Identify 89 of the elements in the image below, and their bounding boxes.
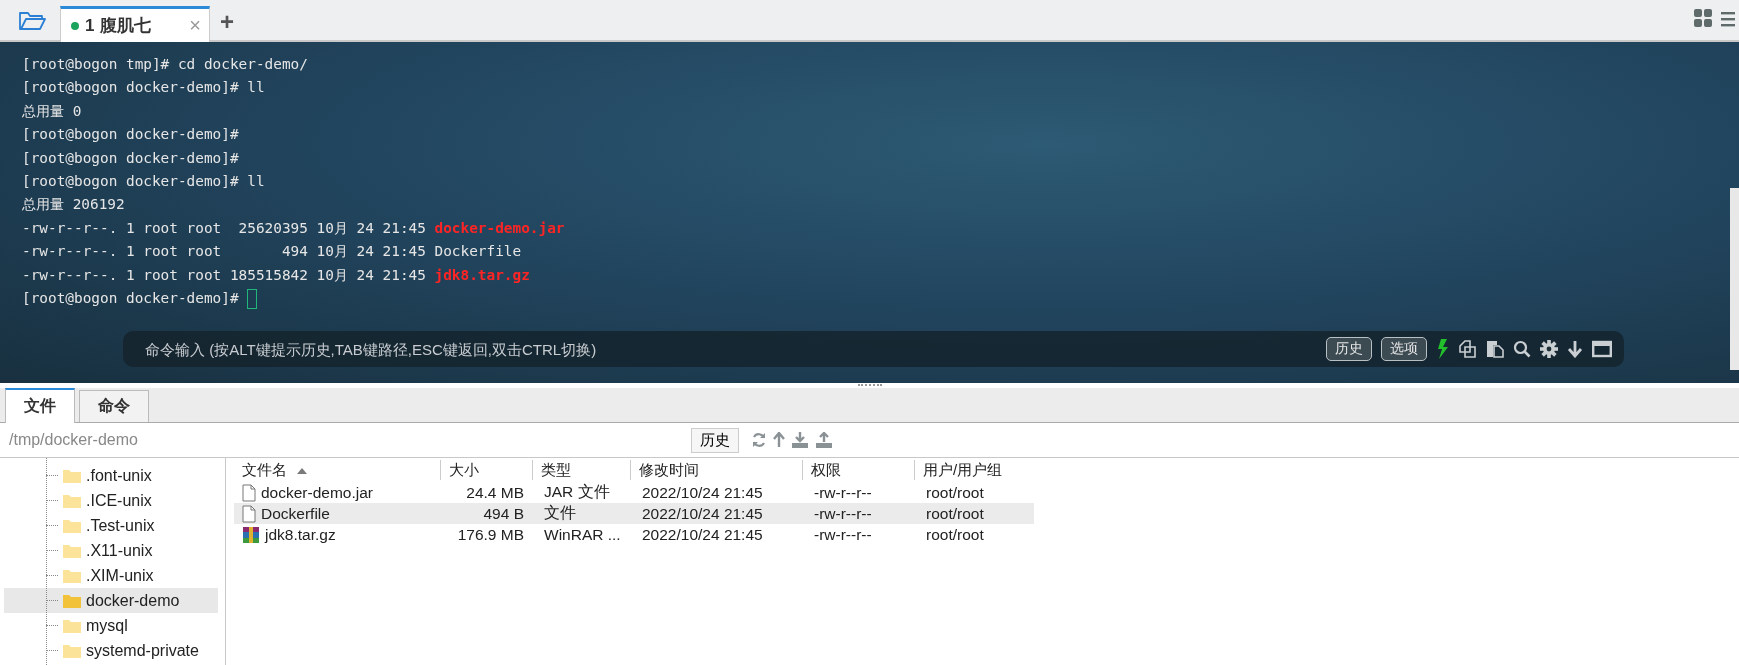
scrollbar[interactable] <box>1730 188 1739 370</box>
folder-icon <box>63 593 81 608</box>
menu-icon[interactable] <box>1721 10 1735 28</box>
terminal-text: [root@bogon docker-demo]# ll <box>22 78 265 98</box>
folder-icon <box>63 643 81 658</box>
search-icon[interactable] <box>1513 340 1531 358</box>
up-arrow-icon[interactable] <box>773 432 785 448</box>
grid-icon[interactable] <box>1693 8 1713 28</box>
tree-item[interactable]: .Test-unix <box>4 513 218 538</box>
table-cell: root/root <box>926 504 984 523</box>
folder-icon <box>63 618 81 633</box>
column-header[interactable]: 文件名 <box>234 460 440 480</box>
column-header[interactable]: 修改时间 <box>630 460 802 480</box>
paste-icon[interactable] <box>1486 340 1504 358</box>
tab-number: 1 <box>85 15 95 36</box>
tab-label: 腹肌七 <box>100 15 152 37</box>
tree-item[interactable]: .X11-unix <box>4 538 218 563</box>
tree-item[interactable]: mysql <box>4 613 218 638</box>
tree-item[interactable]: docker-demo <box>4 588 218 613</box>
column-header[interactable]: 用户/用户组 <box>914 460 1034 480</box>
column-header[interactable]: 大小 <box>440 460 532 480</box>
path-field[interactable]: /tmp/docker-demo <box>0 430 691 450</box>
terminal-text: jdk8.tar.gz <box>434 265 530 285</box>
terminal-text: docker-demo.jar <box>434 218 565 238</box>
text-cursor <box>247 288 258 309</box>
sort-ascending-icon <box>297 466 307 474</box>
command-bar-button[interactable]: 历史 <box>1326 337 1372 361</box>
tree-item[interactable]: .XIM-unix <box>4 563 218 588</box>
terminal-text: -rw-r--r--. 1 root root 25620395 10月 24 21:45 <box>22 218 427 238</box>
table-cell: -rw-r--r-- <box>814 483 872 502</box>
archive-icon <box>242 525 260 544</box>
table-cell-text: JAR 文件 <box>544 482 610 502</box>
download-icon[interactable] <box>791 432 809 448</box>
folder-icon <box>63 543 81 558</box>
terminal-text: [root@bogon docker-demo]# <box>22 125 239 145</box>
folder-icon <box>63 518 81 533</box>
terminal-text: 总用量 0 <box>22 101 82 121</box>
table-cell: jdk8.tar.gz <box>265 525 336 544</box>
file-row[interactable]: jdk8.tar.gz 176.9 MB WinRAR ... 2022/10/24 21:45 -rw-r--r-- root/root <box>234 524 1034 545</box>
table-cell: 2022/10/24 21:45 <box>642 525 763 544</box>
file-icon <box>242 483 256 502</box>
down-arrow-icon[interactable] <box>1567 340 1583 358</box>
refresh-icon[interactable] <box>751 432 767 448</box>
terminal-text: 总用量 206192 <box>22 195 125 215</box>
terminal-text: [root@bogon docker-demo]# <box>22 288 240 308</box>
table-cell: WinRAR ... <box>544 525 621 544</box>
table-cell: Dockerfile <box>261 504 330 523</box>
table-cell: -rw-r--r-- <box>814 525 872 544</box>
add-tab-button[interactable]: + <box>210 4 244 40</box>
panel-tab[interactable]: 文件 <box>5 388 75 423</box>
folder-icon <box>18 11 46 31</box>
copy-icon[interactable] <box>1459 340 1477 358</box>
column-header[interactable]: 类型 <box>532 460 630 480</box>
table-cell: 176.9 MB <box>457 525 524 544</box>
table-cell: root/root <box>926 525 984 544</box>
folder-icon <box>63 493 81 508</box>
command-bar-button[interactable]: 选项 <box>1381 337 1427 361</box>
terminal-text: -rw-r--r--. 1 root root 494 10月 24 21:45 Dockerfile <box>22 242 522 262</box>
settings-icon[interactable] <box>1540 340 1558 358</box>
table-cell: 2022/10/24 21:45 <box>642 504 763 523</box>
table-cell: 494 B <box>483 504 524 523</box>
terminal-text: [root@bogon docker-demo]# ll <box>22 171 265 191</box>
lightning-icon[interactable] <box>1436 339 1450 359</box>
tree-item[interactable]: .font-unix <box>4 463 218 488</box>
table-cell: -rw-r--r-- <box>814 504 872 523</box>
tree-item[interactable]: .ICE-unix <box>4 488 218 513</box>
tree-item[interactable]: systemd-private <box>4 638 218 663</box>
file-icon <box>242 504 256 523</box>
file-row[interactable]: Dockerfile 494 B 文件 2022/10/24 21:45 -rw-r--r-- root/root <box>234 503 1034 524</box>
folder-icon <box>63 568 81 583</box>
upload-icon[interactable] <box>815 432 833 448</box>
status-dot <box>71 21 79 30</box>
terminal-text: [root@bogon tmp]# cd docker-demo/ <box>22 55 308 74</box>
command-input-bar[interactable]: 命令输入 (按ALT键提示历史,TAB键路径,ESC键返回,双击CTRL切换) 历史 选项 <box>123 331 1624 367</box>
table-cell-text: 文件 <box>544 503 576 523</box>
table-cell: 2022/10/24 21:45 <box>642 483 763 502</box>
table-cell: root/root <box>926 483 984 502</box>
session-tab[interactable]: 1 腹肌七 × <box>60 6 210 42</box>
column-header[interactable]: 权限 <box>802 460 914 480</box>
terminal-text: -rw-r--r--. 1 root root 185515842 10月 24 21:45 <box>22 265 427 285</box>
history-button[interactable]: 历史 <box>691 427 739 453</box>
window-icon[interactable] <box>1592 340 1612 358</box>
table-cell: docker-demo.jar <box>261 483 373 502</box>
file-row[interactable]: docker-demo.jar 24.4 MB JAR 文件 2022/10/24 21:45 -rw-r--r-- root/root <box>234 482 1034 503</box>
folder-icon <box>63 468 81 483</box>
command-input[interactable]: 命令输入 (按ALT键提示历史,TAB键路径,ESC键返回,双击CTRL切换) <box>143 339 1317 359</box>
table-cell: 24.4 MB <box>466 483 524 502</box>
terminal-text: [root@bogon docker-demo]# <box>22 148 239 168</box>
panel-tab[interactable]: 命令 <box>79 390 149 422</box>
